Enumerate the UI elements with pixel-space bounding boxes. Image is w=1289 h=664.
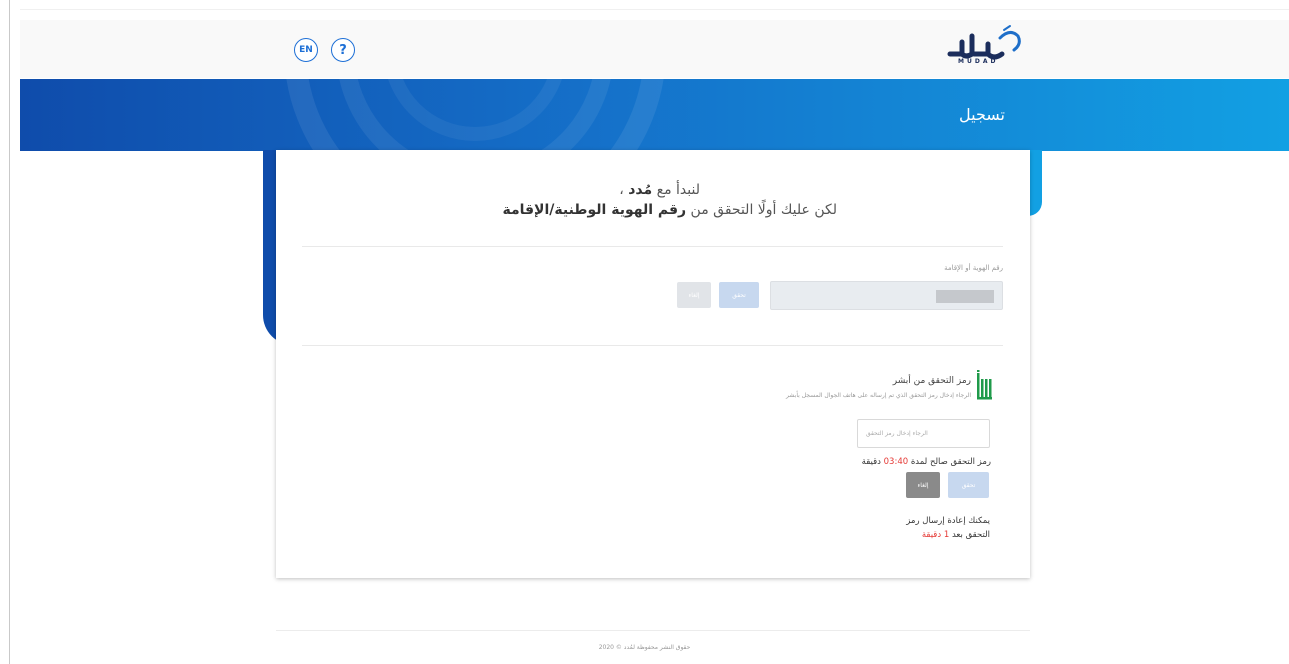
page-title: تسجيل [959, 105, 1005, 124]
otp-input[interactable]: الرجاء إدخال رمز التحقق [857, 419, 990, 448]
footer-divider [276, 630, 1030, 631]
footer-copyright: حقوق النشر محفوظة لمُدد © 2020 [598, 644, 691, 651]
cancel-otp-button[interactable]: إلغاء [906, 472, 940, 498]
id-number-input[interactable] [770, 281, 1003, 310]
intro-line-2-prefix: لكن عليك أولًا التحقق من [686, 202, 837, 218]
banner-decoration [286, 79, 664, 151]
absher-title: رمز التحقق من أبشر [892, 376, 971, 386]
section-divider [302, 345, 1003, 346]
registration-card: لنبدأ مع مُدد ، لكن عليك أولًا التحقق من… [276, 150, 1030, 578]
intro-line-2-bold: رقم الهوية الوطنية/الإقامة [502, 202, 687, 218]
intro-line-1-prefix: لنبدأ مع [652, 182, 700, 198]
resend-unit: دقيقة [921, 530, 944, 540]
cancel-id-button[interactable]: إلغاء [677, 282, 711, 308]
window-left-edge [0, 0, 10, 664]
help-button[interactable]: ? [331, 38, 355, 62]
intro-line-1-suffix: ، [619, 182, 629, 198]
resend-prefix: التحقق بعد [949, 530, 990, 540]
otp-validity-text: رمز التحقق صالح لمدة 03:40 دقيقة [862, 457, 991, 467]
page-banner: تسجيل [20, 79, 1289, 151]
id-field-label: رقم الهوية أو الإقامة [944, 264, 1003, 272]
language-toggle-button[interactable]: EN [294, 38, 318, 62]
intro-brand: مُدد [628, 182, 653, 198]
otp-validity-prefix: رمز التحقق صالح لمدة [908, 457, 991, 467]
intro-line-2: لكن عليك أولًا التحقق من رقم الهوية الوط… [502, 202, 837, 218]
verify-id-button[interactable]: تحقق [719, 282, 759, 308]
section-divider [302, 246, 1003, 247]
verify-otp-button[interactable]: تحقق [948, 472, 989, 498]
id-masked-value [936, 290, 994, 303]
decorative-swoosh-right [1028, 150, 1042, 216]
otp-validity-suffix: دقيقة [861, 457, 884, 467]
top-divider [20, 9, 1289, 10]
resend-text-line-2: التحقق بعد 1 دقيقة [922, 530, 990, 540]
absher-subtitle: الرجاء إدخال رمز التحقق الذي تم إرساله ع… [786, 392, 971, 399]
otp-timer: 03:40 [883, 457, 909, 467]
top-header [20, 20, 1289, 78]
resend-text-line-1: يمكنك إعادة إرسال رمز [906, 516, 990, 526]
intro-line-1: لنبدأ مع مُدد ، [619, 182, 700, 198]
logo-wordmark: MUDAD [958, 58, 999, 65]
absher-icon [977, 370, 992, 400]
